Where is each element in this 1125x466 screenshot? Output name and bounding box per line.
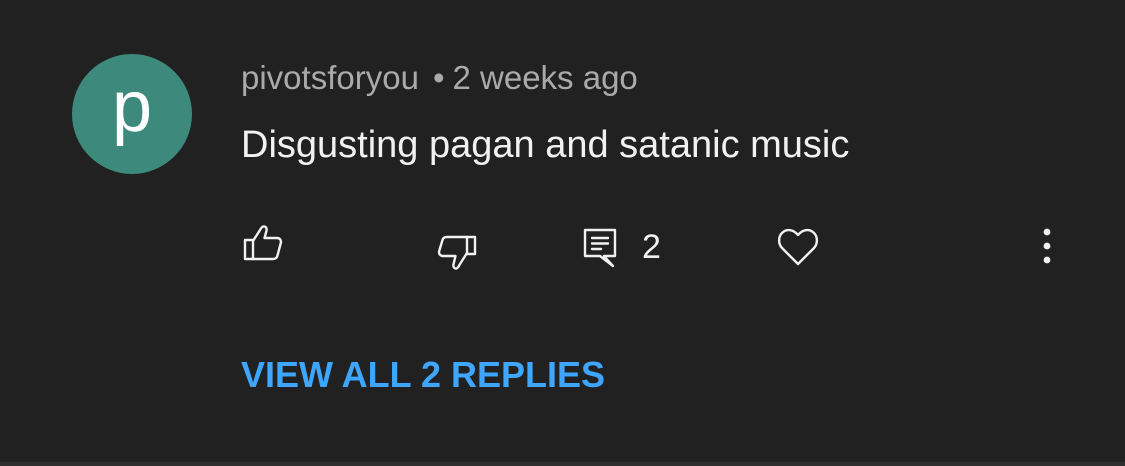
thumbs-up-icon <box>243 225 283 261</box>
reply-count: 2 <box>642 228 661 266</box>
comment-text: Disgusting pagan and satanic music <box>241 124 850 166</box>
comment-meta: pivotsforyou • 2 weeks ago <box>241 58 638 98</box>
heart-icon <box>777 228 819 266</box>
avatar-letter: p <box>111 67 153 147</box>
comment-icon <box>583 228 617 268</box>
dislike-button[interactable] <box>436 234 478 274</box>
thumbs-down-icon <box>437 235 477 270</box>
reply-button[interactable]: 2 <box>582 226 661 268</box>
more-options-button[interactable] <box>1030 226 1064 266</box>
avatar[interactable]: p <box>72 54 192 174</box>
view-all-replies-link[interactable]: VIEW ALL 2 REPLIES <box>241 353 605 397</box>
like-button[interactable] <box>242 222 284 264</box>
heart-button[interactable] <box>776 226 820 268</box>
author-name[interactable]: pivotsforyou <box>241 59 419 96</box>
divider <box>0 462 1125 466</box>
more-vertical-icon <box>1043 228 1051 264</box>
comment-timestamp: 2 weeks ago <box>452 59 638 96</box>
comment-card: p pivotsforyou • 2 weeks ago Disgusting pa… <box>0 0 1125 462</box>
meta-separator: • <box>432 59 445 96</box>
